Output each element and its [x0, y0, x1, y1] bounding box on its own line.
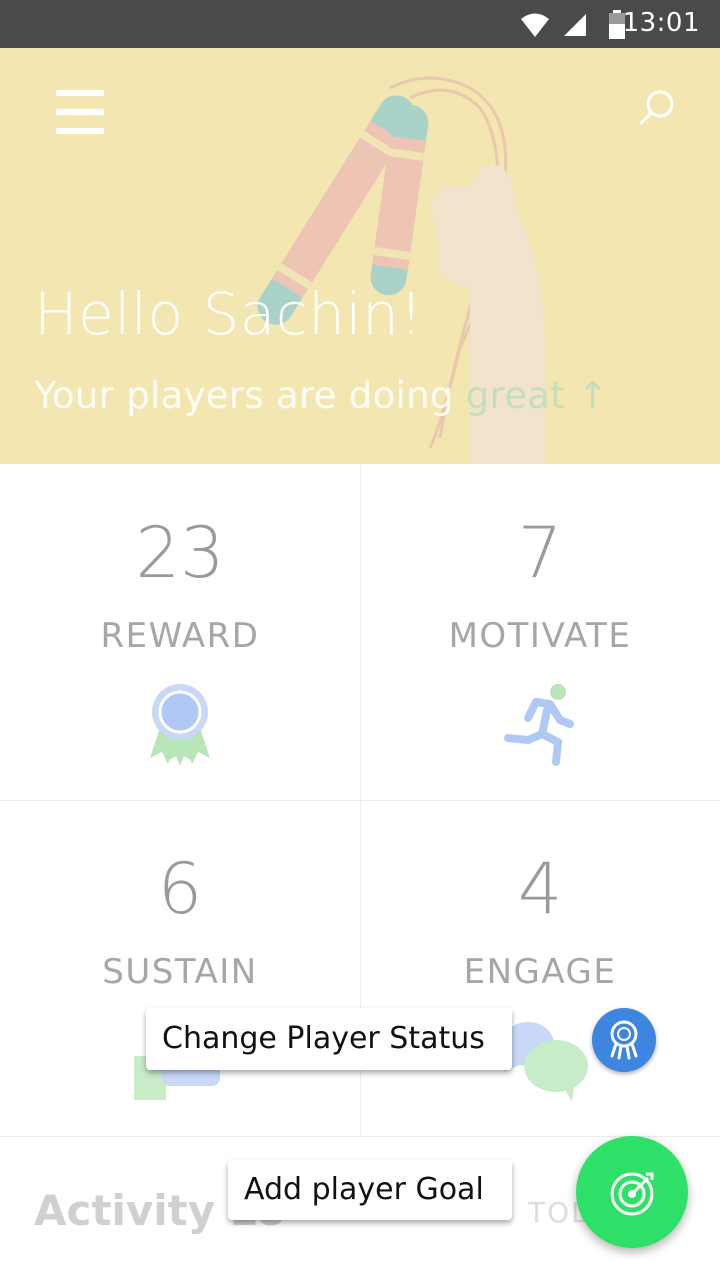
arrow-up-icon: ↑ [577, 374, 609, 417]
award-ribbon-icon [150, 684, 210, 766]
stat-card-sustain[interactable]: 6 SUSTAIN [0, 800, 361, 1137]
menu-button[interactable] [56, 90, 104, 134]
change-player-status-label[interactable]: Change Player Status [146, 1008, 512, 1070]
add-player-goal-label[interactable]: Add player Goal [228, 1160, 512, 1220]
speech-bubbles-icon [502, 1022, 588, 1102]
search-icon[interactable] [632, 84, 680, 132]
stat-value: 7 [517, 512, 563, 594]
stat-card-motivate[interactable]: 7 MOTIVATE [360, 464, 720, 801]
hamburger-icon [56, 90, 104, 96]
greeting-title: Hello Sachin! [34, 280, 424, 348]
award-icon [610, 1020, 638, 1060]
change-player-status-button[interactable] [592, 1008, 656, 1072]
status-highlight: great [465, 374, 566, 417]
stat-label: MOTIVATE [448, 616, 632, 656]
add-player-goal-button[interactable] [576, 1136, 688, 1248]
stat-label: REWARD [100, 616, 260, 656]
running-person-icon [504, 684, 574, 766]
stat-label: ENGAGE [463, 952, 617, 992]
status-subtitle: Your players are doing great ↑ [34, 374, 609, 417]
stat-card-engage[interactable]: 4 ENGAGE [360, 800, 720, 1137]
stat-value: 4 [517, 848, 563, 930]
header-banner: Hello Sachin! Your players are doing gre… [0, 48, 720, 464]
stat-label: SUSTAIN [102, 952, 258, 992]
stat-card-reward[interactable]: 23 REWARD [0, 464, 361, 801]
target-icon [610, 1172, 654, 1216]
stat-value: 6 [157, 848, 203, 930]
cell-signal-icon [564, 14, 586, 36]
status-time: 13:01 [622, 8, 700, 38]
wifi-icon [521, 13, 549, 37]
status-bar: 13:01 [0, 0, 720, 48]
stat-value: 23 [135, 512, 225, 594]
